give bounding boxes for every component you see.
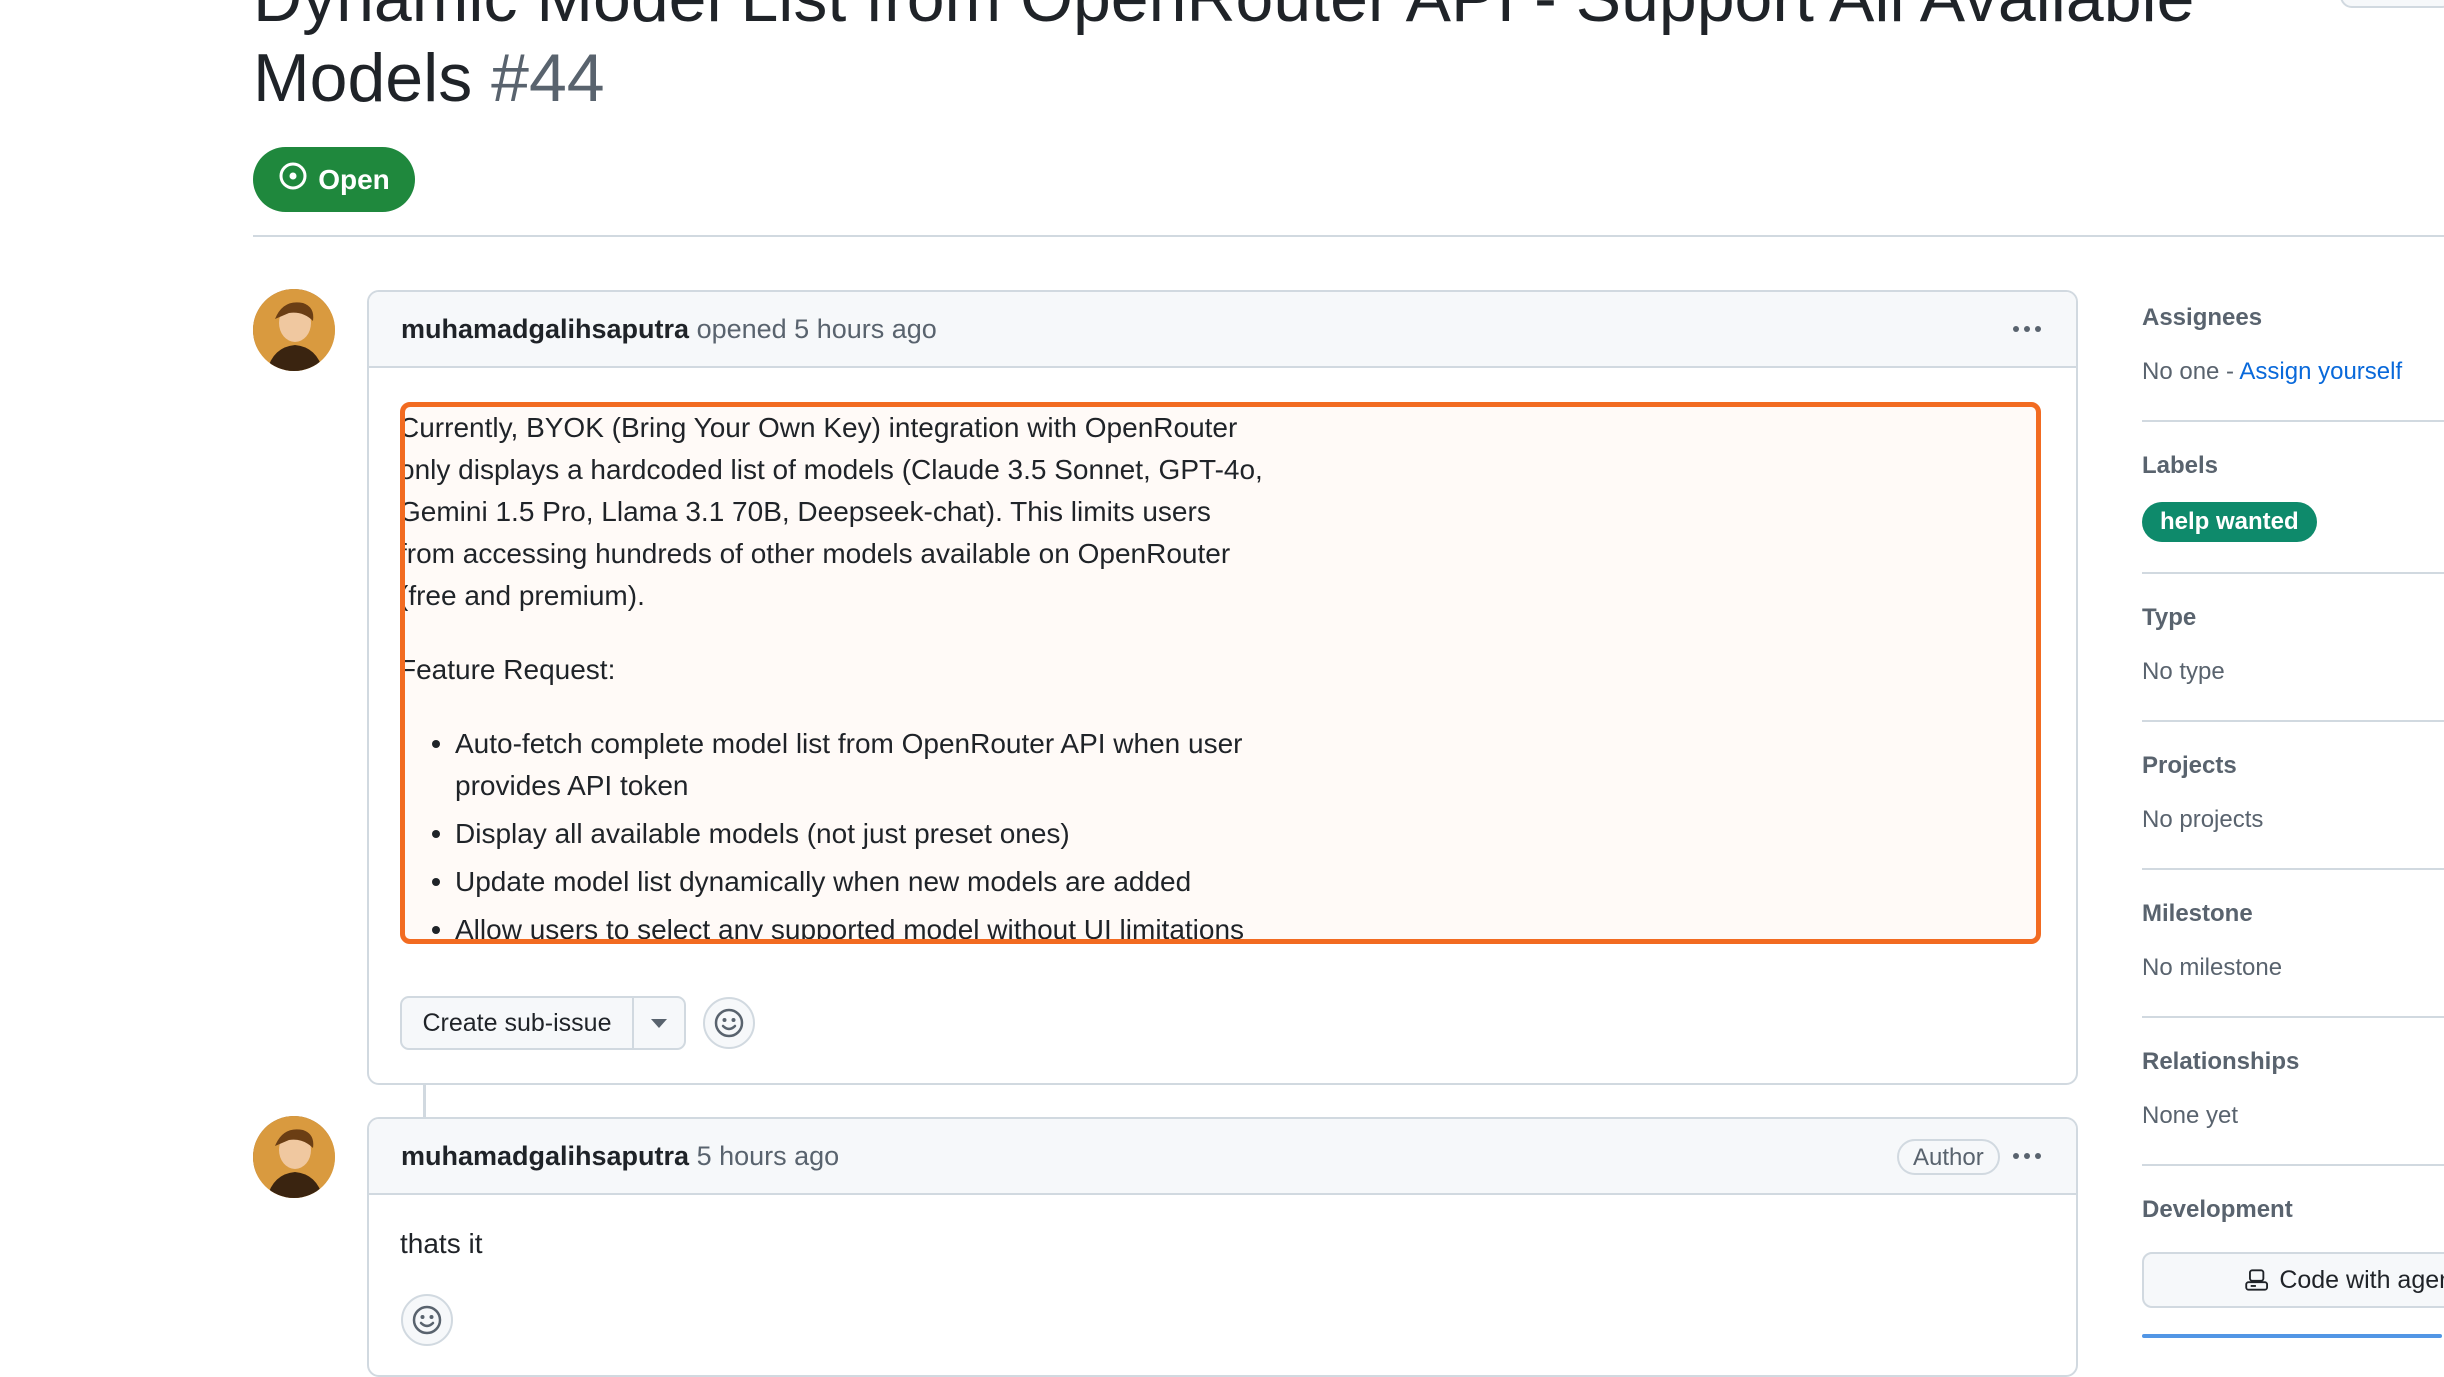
comment-header: muhamadgalihsaputra 5 hours ago Author [369,1119,2076,1195]
avatar[interactable] [253,1116,335,1198]
list-item: Update model list dynamically when new m… [405,861,1405,903]
comment-header-text: muhamadgalihsaputra 5 hours ago [401,1119,839,1193]
issue-number: #44 [491,40,605,116]
sidebar-projects-heading[interactable]: Projects [2142,752,2237,780]
sidebar-milestone-value: No milestone [2142,954,2283,981]
sidebar-divider [2142,868,2444,870]
sidebar-divider [2142,572,2444,574]
issue-title-end: Models [253,40,473,116]
author-badge: Author [1897,1139,2000,1175]
create-subissue-dropdown[interactable] [634,998,684,1048]
comment-body: Currently, BYOK (Bring Your Own Key) int… [405,407,1405,939]
sidebar-divider [2142,720,2444,722]
body-paragraph: Currently, BYOK (Bring Your Own Key) int… [400,407,1405,617]
assign-yourself-link[interactable]: Assign yourself [2239,358,2402,385]
kebab-menu-icon[interactable] [2007,1141,2047,1171]
assignees-none: No one - [2142,358,2240,385]
body-line: (free and premium). [400,580,645,611]
sidebar-divider [2142,420,2444,422]
feature-list: Auto-fetch complete model list from Open… [405,723,1405,939]
sidebar-relationships-value: None yet [2142,1102,2239,1129]
sidebar-assignees-value: No one - Assign yourself [2142,358,2402,386]
list-item: Display all available models (not just p… [405,813,1405,855]
add-reaction-button[interactable] [401,1294,453,1346]
body-line: only displays a hardcoded list of models… [400,454,1263,485]
comment-header: muhamadgalihsaputra opened 5 hours ago [369,292,2076,368]
sidebar-development-heading[interactable]: Development [2142,1196,2293,1224]
code-with-agent-label: Code with agent [2279,1265,2444,1294]
comment-header-text: muhamadgalihsaputra opened 5 hours ago [401,292,937,366]
highlighted-comment-body: Currently, BYOK (Bring Your Own Key) int… [400,402,2041,944]
feature-heading: Feature Request: [400,654,616,685]
chevron-down-icon [651,1018,667,1028]
sidebar-assignees-heading[interactable]: Assignees [2142,304,2262,332]
kebab-menu-icon[interactable] [2007,314,2047,344]
body-line: from accessing hundreds of other models … [400,538,1231,569]
sidebar-divider [2142,1016,2444,1018]
create-branch-link[interactable] [2142,1334,2442,1338]
sidebar-projects-value: No projects [2142,806,2264,833]
body-line: Gemini 1.5 Pro, Llama 3.1 70B, Deepseek-… [400,496,1211,527]
smiley-icon [412,1305,442,1335]
add-reaction-button[interactable] [703,997,755,1049]
create-subissue-group: Create sub-issue [400,996,686,1050]
sidebar-type-value: No type [2142,658,2225,685]
timeline-connector [423,1084,426,1117]
sidebar-type-heading[interactable]: Type [2142,604,2196,632]
title-divider [253,235,2444,237]
avatar[interactable] [253,289,335,371]
body-line: Currently, BYOK (Bring Your Own Key) int… [400,412,1238,443]
list-item: Auto-fetch complete model list from Open… [405,723,1325,807]
smiley-icon [714,1008,744,1038]
sidebar-labels-heading[interactable]: Labels [2142,452,2218,480]
list-item: Allow users to select any supported mode… [405,909,1405,939]
comment-time[interactable]: 5 hours ago [697,1141,840,1171]
issue-title-continued: Models #44 [253,38,605,118]
sidebar-divider [2142,1164,2444,1166]
copilot-agent-icon [2245,1269,2269,1291]
sidebar-relationships-heading[interactable]: Relationships [2142,1048,2299,1076]
comment-author[interactable]: muhamadgalihsaputra [401,1141,689,1171]
create-subissue-button[interactable]: Create sub-issue [402,998,634,1048]
issue-state-badge: Open [253,147,415,212]
comment-author[interactable]: muhamadgalihsaputra [401,314,689,344]
comment: muhamadgalihsaputra 5 hours ago Author [367,1117,2078,1377]
label-help-wanted[interactable]: help wanted [2142,502,2317,542]
issue-opened-icon [278,161,308,198]
comment-action: opened 5 hours ago [696,314,937,344]
header-action-button[interactable] [2340,0,2444,8]
code-with-agent-button[interactable]: Code with agent [2142,1252,2444,1308]
issue-state-label: Open [318,163,390,195]
comment-body: thats it [400,1228,483,1259]
sidebar-milestone-heading[interactable]: Milestone [2142,900,2253,928]
issue-title: Dynamic Model List from OpenRouter API -… [253,0,2194,38]
